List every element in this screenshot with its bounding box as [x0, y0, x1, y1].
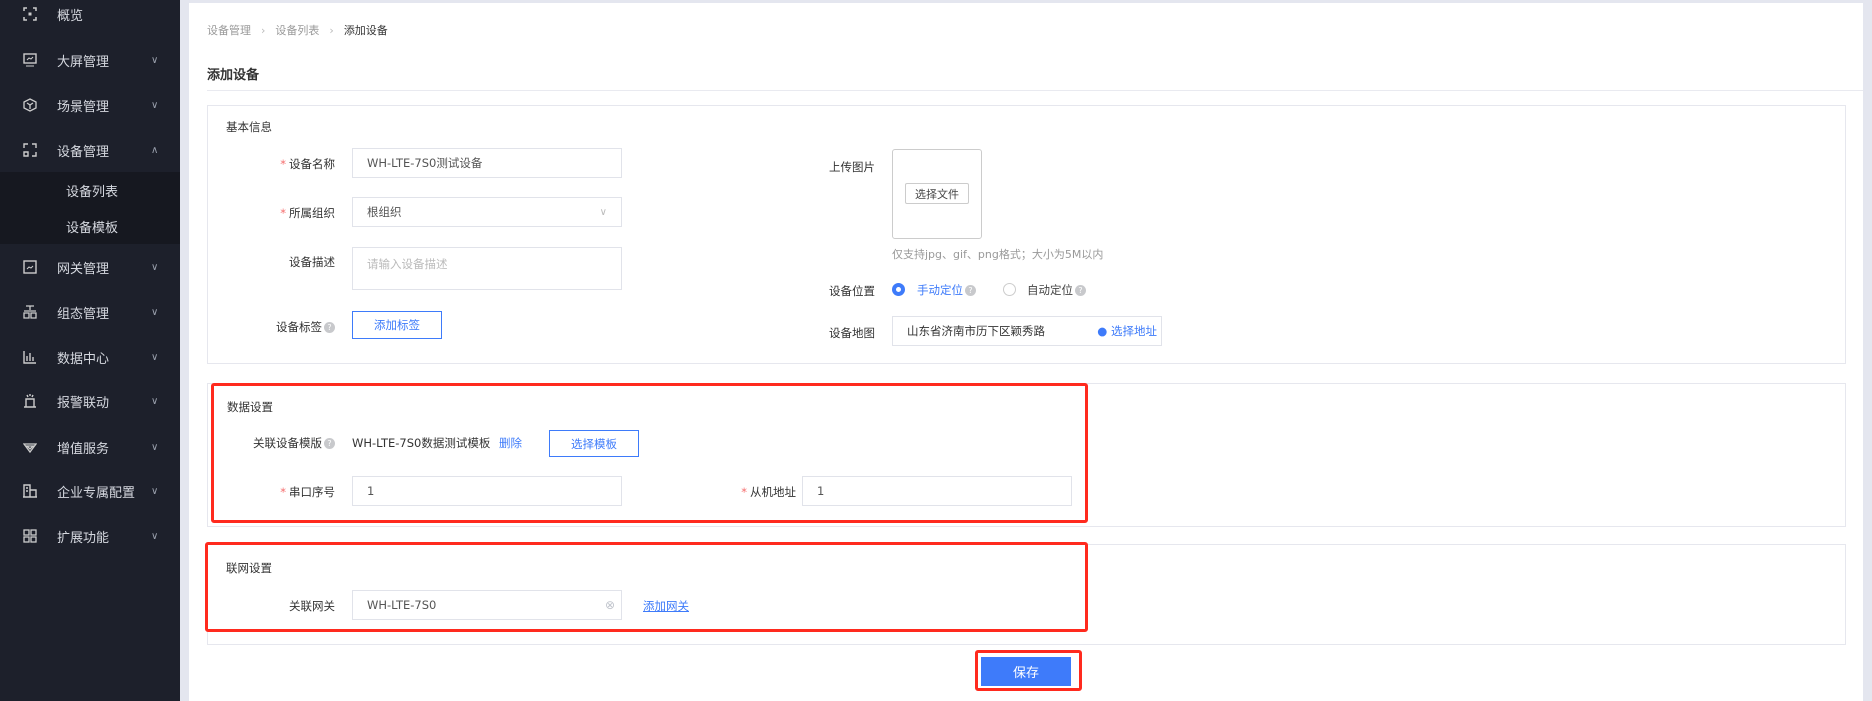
radio-manual[interactable]	[892, 283, 905, 296]
chevron-down-icon: ∨	[599, 206, 607, 218]
sidebar-item-extensions[interactable]: 扩展功能 ∨	[0, 516, 180, 556]
config-icon	[22, 304, 38, 320]
chevron-down-icon: ∨	[151, 441, 159, 453]
sidebar-item-device[interactable]: 设备管理 ∧	[0, 130, 180, 170]
sidebar-subitem-device-template[interactable]: 设备模板	[0, 208, 180, 244]
breadcrumb: 设备管理 › 设备列表 › 添加设备	[207, 24, 388, 37]
upload-hint: 仅支持jpg、gif、png格式；大小为5M以内	[892, 248, 1104, 261]
gateway-label: 关联网关	[289, 599, 335, 613]
sidebar-subitem-device-list[interactable]: 设备列表	[0, 172, 180, 208]
tag-label: 设备标签?	[276, 319, 335, 335]
chevron-down-icon: ∨	[151, 54, 159, 66]
breadcrumb-item[interactable]: 设备列表	[275, 24, 319, 37]
help-icon[interactable]: ?	[965, 285, 976, 296]
chevron-down-icon: ∨	[151, 99, 159, 111]
desc-textarea[interactable]: 请输入设备描述	[352, 247, 622, 290]
screen-icon	[22, 52, 38, 68]
scrollbar[interactable]	[1863, 0, 1872, 701]
chevron-down-icon: ∨	[151, 530, 159, 542]
org-select[interactable]: 根组织 ∨	[352, 197, 622, 227]
chevron-down-icon: ∨	[151, 351, 159, 363]
sidebar-item-config[interactable]: 组态管理 ∨	[0, 292, 180, 332]
sidebar-item-data[interactable]: 数据中心 ∨	[0, 337, 180, 377]
auto-location-label[interactable]: 自动定位?	[1027, 282, 1086, 298]
choose-file-button[interactable]: 选择文件	[905, 183, 969, 204]
map-input[interactable]: 山东省济南市历下区颖秀路 ● 选择地址	[892, 316, 1162, 346]
main-panel: 设备管理 › 设备列表 › 添加设备 添加设备 基本信息 * 设备名称 WH-LTE-7S…	[189, 3, 1863, 701]
device-icon	[22, 142, 38, 158]
clear-icon[interactable]: ⊗	[605, 598, 615, 612]
section-title: 联网设置	[226, 561, 272, 575]
select-address-button[interactable]: ● 选择地址	[1097, 323, 1157, 339]
enterprise-icon	[22, 483, 38, 499]
breadcrumb-current: 添加设备	[343, 24, 388, 37]
chevron-down-icon: ∨	[151, 261, 159, 273]
sidebar-item-value-added[interactable]: 增值服务 ∨	[0, 427, 180, 467]
org-label: * 所属组织	[280, 206, 335, 220]
sidebar-item-screen[interactable]: 大屏管理 ∨	[0, 40, 180, 80]
scene-icon	[22, 97, 38, 113]
alarm-icon	[22, 393, 38, 409]
location-pin-icon: ●	[1097, 324, 1108, 338]
slave-label: * 从机地址	[741, 485, 796, 499]
chevron-down-icon: ∨	[151, 306, 159, 318]
map-label: 设备地图	[829, 326, 875, 340]
select-template-button[interactable]: 选择模板	[549, 430, 639, 457]
sidebar-item-enterprise[interactable]: 企业专属配置 ∨	[0, 471, 180, 511]
save-button[interactable]: 保存	[981, 657, 1071, 686]
manual-location-label[interactable]: 手动定位?	[917, 282, 976, 298]
location-label: 设备位置	[829, 284, 875, 298]
section-title: 数据设置	[227, 400, 273, 414]
sidebar-item-gateway[interactable]: 网关管理 ∨	[0, 247, 180, 287]
org-select-value: 根组织	[367, 205, 402, 219]
sidebar: 概览 大屏管理 ∨ 场景管理 ∨ 设备管理 ∧ 设备列表 设备模板 网关管理 ∨ 组态管…	[0, 0, 180, 701]
device-name-label: * 设备名称	[280, 157, 335, 171]
section-title: 基本信息	[226, 120, 272, 134]
upload-label: 上传图片	[829, 160, 875, 174]
desc-label: 设备描述	[289, 255, 335, 269]
diamond-icon	[22, 439, 38, 455]
add-gateway-link[interactable]: 添加网关	[643, 598, 689, 614]
serial-input[interactable]: 1	[352, 476, 622, 506]
help-icon[interactable]: ?	[324, 322, 335, 333]
grid-icon	[22, 528, 38, 544]
template-label: 关联设备模版?	[253, 435, 335, 451]
help-icon[interactable]: ?	[1075, 285, 1086, 296]
sidebar-item-overview[interactable]: 概览	[0, 0, 180, 34]
radio-auto[interactable]	[1003, 283, 1016, 296]
breadcrumb-item[interactable]: 设备管理	[207, 24, 251, 37]
chevron-down-icon: ∨	[151, 395, 159, 407]
template-value: WH-LTE-7S0数据测试模板	[352, 436, 491, 450]
chart-icon	[22, 349, 38, 365]
serial-label: * 串口序号	[280, 485, 335, 499]
map-address: 山东省济南市历下区颖秀路	[907, 324, 1045, 338]
gateway-select[interactable]: WH-LTE-7S0 ⊗	[352, 590, 622, 620]
help-icon[interactable]: ?	[324, 438, 335, 449]
chevron-up-icon: ∧	[151, 144, 159, 156]
sidebar-item-scene[interactable]: 场景管理 ∨	[0, 85, 180, 125]
page-title: 添加设备	[207, 68, 260, 83]
gateway-value: WH-LTE-7S0	[367, 598, 437, 612]
slave-address-input[interactable]: 1	[802, 476, 1072, 506]
device-name-input[interactable]: WH-LTE-7S0测试设备	[352, 148, 622, 178]
divider	[207, 90, 1863, 91]
delete-template-link[interactable]: 删除	[499, 435, 522, 451]
sidebar-item-alarm[interactable]: 报警联动 ∨	[0, 381, 180, 421]
overview-icon	[22, 6, 38, 22]
chevron-down-icon: ∨	[151, 485, 159, 497]
add-tag-button[interactable]: 添加标签	[352, 311, 442, 339]
gateway-icon	[22, 259, 38, 275]
